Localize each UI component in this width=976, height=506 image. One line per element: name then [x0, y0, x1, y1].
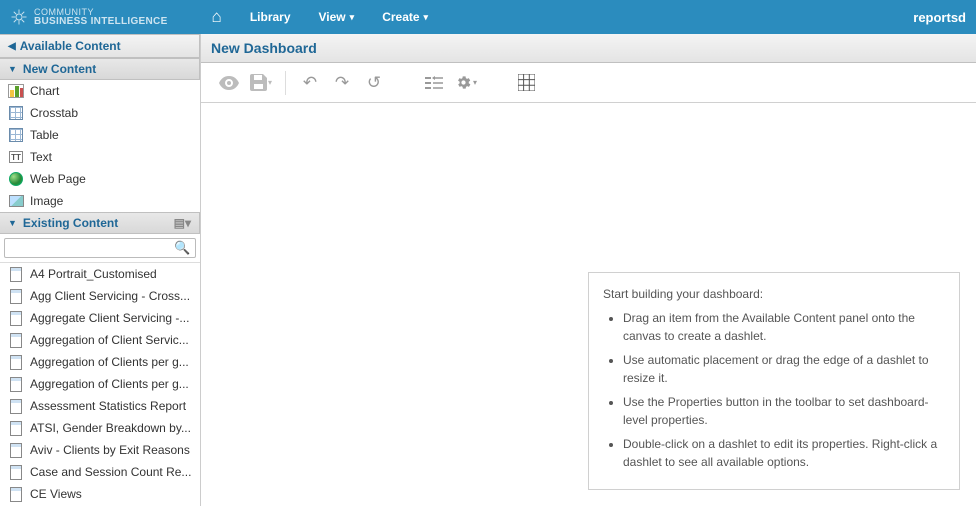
chart-icon — [8, 83, 24, 99]
help-box: Start building your dashboard: Drag an i… — [588, 272, 960, 490]
existing-content-list: A4 Portrait_CustomisedAgg Client Servici… — [0, 263, 200, 505]
undo-button[interactable]: ↶ — [294, 67, 326, 99]
properties-button[interactable]: ▾ — [450, 67, 482, 99]
report-icon — [8, 310, 24, 326]
collapse-icon[interactable]: ◀ — [8, 41, 16, 52]
new-content-item[interactable]: Web Page — [0, 168, 200, 190]
existing-content-item[interactable]: Aggregation of Clients per g... — [0, 373, 200, 395]
brand-icon — [10, 8, 28, 26]
top-bar: COMMUNITY BUSINESS INTELLIGENCE ⌂ Librar… — [0, 0, 976, 34]
help-bullet: Use the Properties button in the toolbar… — [623, 393, 945, 429]
report-icon — [8, 376, 24, 392]
nav-view[interactable]: View▾ — [305, 0, 369, 34]
existing-content-item[interactable]: Aggregation of Clients per g... — [0, 351, 200, 373]
report-icon — [8, 332, 24, 348]
grid-icon — [8, 105, 24, 121]
nav-home[interactable]: ⌂ — [198, 0, 236, 34]
help-intro: Start building your dashboard: — [603, 285, 945, 303]
help-bullet: Drag an item from the Available Content … — [623, 309, 945, 345]
globe-icon — [8, 171, 24, 187]
grid-icon — [8, 127, 24, 143]
redo-button[interactable]: ↷ — [326, 67, 358, 99]
toolbar: ▾ ↶ ↷ ↺ ▾ — [201, 63, 976, 103]
sidebar-title: ◀ Available Content — [0, 34, 200, 58]
chevron-down-icon: ▾ — [424, 12, 429, 23]
save-button[interactable]: ▾ — [245, 67, 277, 99]
existing-content-item[interactable]: Aviv - Clients by Exit Reasons — [0, 439, 200, 461]
report-icon — [8, 486, 24, 502]
help-bullet: Use automatic placement or drag the edge… — [623, 351, 945, 387]
chevron-down-icon: ▼ — [8, 64, 17, 74]
brand-logo: COMMUNITY BUSINESS INTELLIGENCE — [10, 8, 168, 27]
nav-create[interactable]: Create▾ — [368, 0, 442, 34]
report-icon — [8, 354, 24, 370]
existing-content-item[interactable]: ATSI, Gender Breakdown by... — [0, 417, 200, 439]
report-icon — [8, 420, 24, 436]
chevron-down-icon: ▾ — [350, 12, 355, 23]
report-icon — [8, 442, 24, 458]
brand-line2: BUSINESS INTELLIGENCE — [34, 17, 168, 27]
report-icon — [8, 266, 24, 282]
new-content-item[interactable]: TTText — [0, 146, 200, 168]
dashboard-canvas[interactable]: Start building your dashboard: Drag an i… — [201, 103, 976, 506]
report-icon — [8, 288, 24, 304]
report-icon — [8, 398, 24, 414]
help-bullet: Double-click on a dashlet to edit its pr… — [623, 435, 945, 471]
search-input[interactable] — [5, 239, 168, 257]
existing-content-item[interactable]: Assessment Statistics Report — [0, 395, 200, 417]
existing-content-item[interactable]: Case and Session Count Re... — [0, 461, 200, 483]
sidebar: ◀ Available Content ▼ New Content ChartC… — [0, 34, 201, 506]
new-content-list: ChartCrosstabTableTTTextWeb PageImage — [0, 80, 200, 212]
img-icon — [8, 193, 24, 209]
reset-button[interactable]: ↺ — [358, 67, 390, 99]
nav-library[interactable]: Library — [236, 0, 305, 34]
new-content-header[interactable]: ▼ New Content — [0, 58, 200, 80]
new-content-item[interactable]: Image — [0, 190, 200, 212]
report-icon — [8, 464, 24, 480]
existing-content-item[interactable]: Aggregation of Client Servic... — [0, 329, 200, 351]
new-content-item[interactable]: Crosstab — [0, 102, 200, 124]
content-area: New Dashboard ▾ ↶ ↷ ↺ ▾ Start building y… — [201, 34, 976, 506]
txt-icon: TT — [8, 149, 24, 165]
existing-content-item[interactable]: A4 Portrait_Customised — [0, 263, 200, 285]
existing-content-header[interactable]: ▼ Existing Content ▤▾ — [0, 212, 200, 234]
filter-manager-button[interactable] — [418, 67, 450, 99]
chevron-down-icon: ▼ — [8, 218, 17, 228]
content-title: New Dashboard — [201, 34, 976, 63]
existing-content-item[interactable]: Aggregate Client Servicing -... — [0, 307, 200, 329]
new-content-item[interactable]: Chart — [0, 80, 200, 102]
user-label[interactable]: reportsd — [913, 10, 966, 25]
search-icon[interactable]: 🔍 — [168, 240, 196, 256]
home-icon: ⌂ — [212, 7, 222, 27]
grid-button[interactable] — [510, 67, 542, 99]
top-nav: ⌂ Library View▾ Create▾ — [198, 0, 443, 34]
list-options-icon[interactable]: ▤▾ — [174, 216, 191, 230]
existing-content-item[interactable]: Agg Client Servicing - Cross... — [0, 285, 200, 307]
search-row: 🔍 — [0, 234, 200, 263]
new-content-item[interactable]: Table — [0, 124, 200, 146]
preview-button[interactable] — [213, 67, 245, 99]
existing-content-item[interactable]: CE Views — [0, 483, 200, 505]
